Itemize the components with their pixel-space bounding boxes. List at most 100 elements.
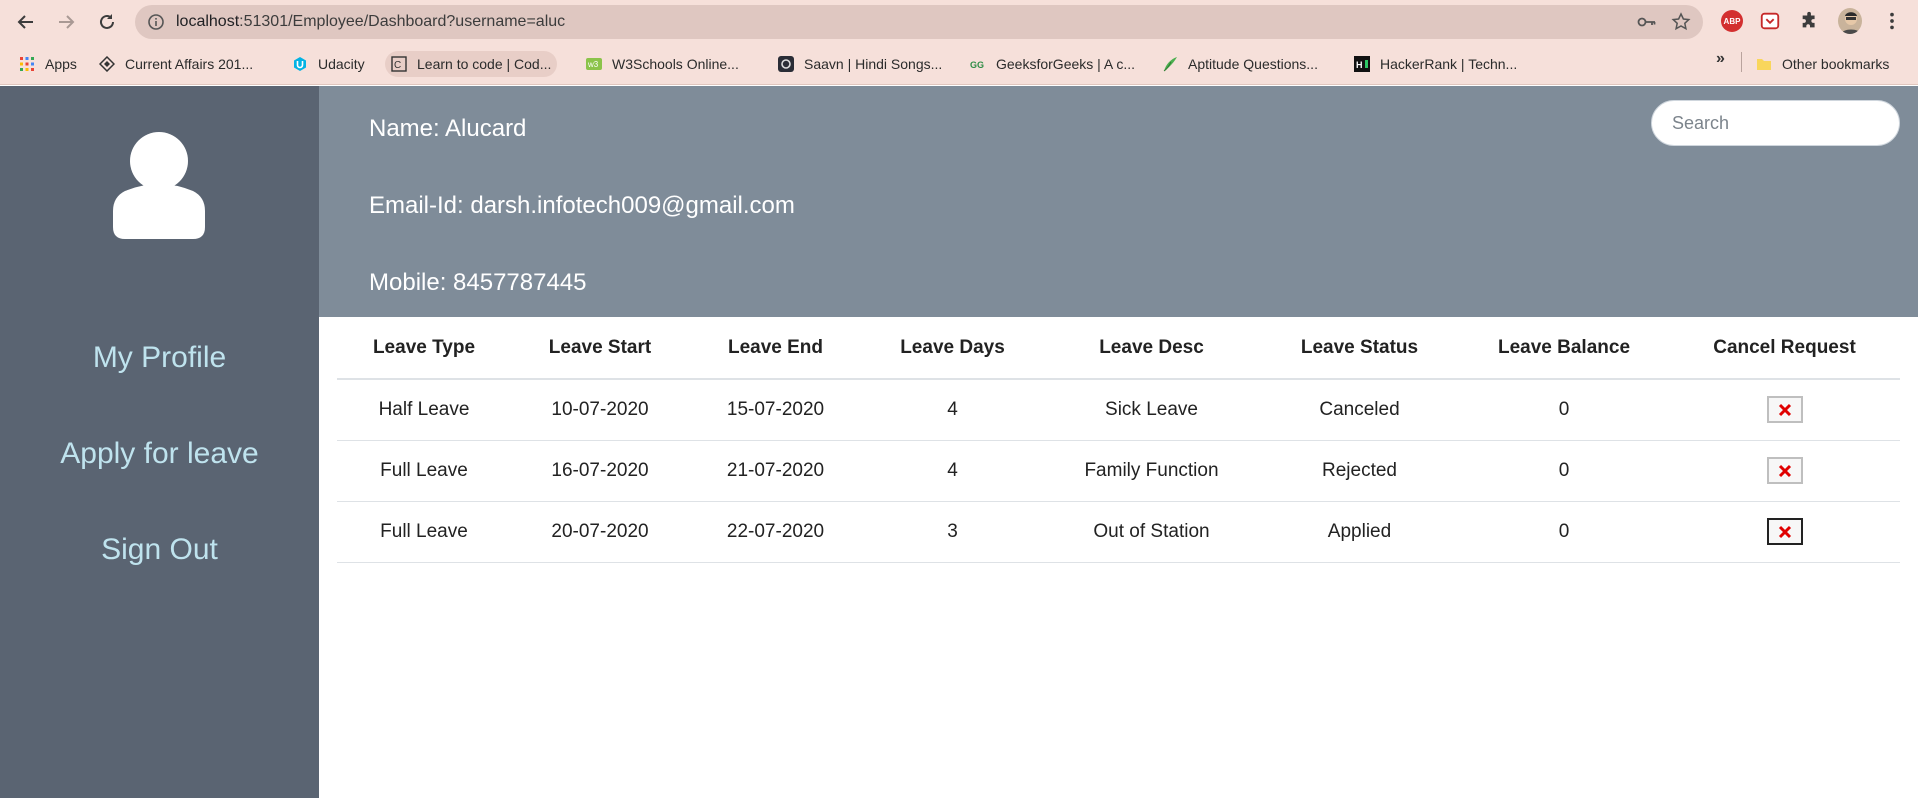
bookmark-codecademy[interactable]: C Learn to code | Cod... [385,51,558,77]
leave-desc-cell: Out of Station [1043,501,1260,563]
leave-days-cell: 4 [862,379,1043,441]
leave-days-cell: 4 [862,440,1043,502]
geeksforgeeks-icon: GG [970,60,984,70]
sidebar-item-sign-out[interactable]: Sign Out [0,533,319,567]
bookmark-label: Udacity [318,56,365,72]
column-header: Leave Days [862,317,1043,380]
close-icon [1778,525,1791,538]
bookmark-w3schools[interactable]: w3 W3Schools Online... [580,51,745,77]
leave-status-cell: Rejected [1260,440,1459,502]
pocket-extension-button[interactable] [1758,9,1782,33]
pocket-icon [1760,12,1780,30]
table-row: Full Leave 16-07-2020 21-07-2020 4 Famil… [337,440,1900,502]
leave-type-cell: Half Leave [337,379,511,441]
bookmarks-bar: Apps Current Affairs 201... Udacity C Le… [0,43,1918,85]
svg-text:C: C [394,60,401,71]
key-icon[interactable] [1637,13,1657,31]
back-arrow-icon [17,15,33,29]
bookmark-label: Apps [45,56,77,72]
leave-table: Leave Type Leave Start Leave End Leave D… [337,317,1900,563]
sidebar-item-my-profile[interactable]: My Profile [0,341,319,375]
leave-days-cell: 3 [862,501,1043,563]
search-input[interactable] [1651,100,1900,146]
forward-button[interactable] [52,8,80,36]
leave-start-cell: 16-07-2020 [511,440,689,502]
leave-balance-cell: 0 [1459,440,1669,502]
url-text[interactable]: localhost:51301/Employee/Dashboard?usern… [176,13,565,31]
adblock-icon: ABP [1721,10,1743,32]
profile-avatar-icon [1838,8,1862,34]
bookmark-geeksforgeeks[interactable]: GG GeeksforGeeks | A c... [964,51,1141,77]
employee-email: Email-Id: darsh.infotech009@gmail.com [369,192,795,219]
forward-arrow-icon [59,15,75,29]
leave-end-cell: 22-07-2020 [689,501,862,563]
cancel-request-button[interactable] [1766,457,1803,484]
bookmark-aptitude-questions[interactable]: Aptitude Questions... [1156,51,1324,77]
leave-start-cell: 20-07-2020 [511,501,689,563]
svg-text:GG: GG [970,60,984,70]
reload-button[interactable] [93,8,121,36]
profile-button[interactable] [1838,8,1862,34]
cancel-request-button[interactable] [1766,396,1803,424]
apps-grid-icon [20,57,34,71]
cancel-request-cell [1669,501,1900,563]
leave-desc-cell: Sick Leave [1043,379,1260,441]
employee-name: Name: Alucard [369,115,527,142]
sidebar-item-apply-for-leave[interactable]: Apply for leave [0,437,319,471]
bookmark-saavn[interactable]: Saavn | Hindi Songs... [772,51,948,77]
bookmark-star-icon[interactable] [1671,12,1691,32]
bookmark-label: Aptitude Questions... [1188,56,1318,72]
folder-icon [1757,59,1771,70]
column-header: Leave Status [1260,317,1459,380]
bookmark-other-bookmarks[interactable]: Other bookmarks [1750,51,1895,77]
address-bar[interactable]: localhost:51301/Employee/Dashboard?usern… [135,5,1703,39]
more-bookmarks-chevron[interactable]: » [1716,50,1725,68]
bookmark-current-affairs[interactable]: Current Affairs 201... [93,51,259,77]
puzzle-piece-icon [1802,11,1815,28]
browser-menu-button[interactable] [1880,9,1904,33]
column-header: Leave End [689,317,862,380]
leave-type-cell: Full Leave [337,501,511,563]
extensions-button[interactable] [1798,9,1822,33]
kebab-menu-icon [1890,12,1894,30]
bookmark-label: Learn to code | Cod... [417,56,552,72]
column-header: Cancel Request [1669,317,1900,380]
bookmark-udacity[interactable]: Udacity [286,51,371,77]
leave-desc-cell: Family Function [1043,440,1260,502]
info-icon[interactable] [147,13,165,31]
svg-text:w3: w3 [587,60,599,69]
table-row: Half Leave 10-07-2020 15-07-2020 4 Sick … [337,379,1900,441]
browser-toolbar: localhost:51301/Employee/Dashboard?usern… [0,0,1918,43]
table-header-row: Leave Type Leave Start Leave End Leave D… [337,317,1900,380]
leave-end-cell: 21-07-2020 [689,440,862,502]
bookmark-label: Current Affairs 201... [125,56,254,72]
bookmark-hackerrank[interactable]: H HackerRank | Techn... [1348,51,1523,77]
leave-balance-cell: 0 [1459,501,1669,563]
saavn-icon [778,56,794,72]
bookmark-label: GeeksforGeeks | A c... [996,56,1136,72]
w3schools-icon: w3 [586,58,602,70]
adblock-extension-button[interactable]: ABP [1720,9,1744,33]
employee-mobile: Mobile: 8457787445 [369,269,587,296]
leave-balance-cell: 0 [1459,379,1669,441]
column-header: Leave Type [337,317,511,380]
url-path: :51301/Employee/Dashboard?username=aluc [239,13,566,30]
column-header: Leave Desc [1043,317,1260,380]
bookmark-label: HackerRank | Techn... [1380,56,1518,72]
sidebar: My Profile Apply for leave Sign Out [0,86,319,798]
cancel-request-cell [1669,379,1900,441]
url-host: localhost [176,13,240,30]
svg-text:H: H [1356,60,1363,70]
close-icon [1778,464,1791,477]
bookmark-label: Saavn | Hindi Songs... [804,56,943,72]
leave-table-container: Leave Type Leave Start Leave End Leave D… [337,317,1900,563]
back-button[interactable] [12,8,40,36]
bookmark-label: W3Schools Online... [612,56,739,72]
leave-status-cell: Applied [1260,501,1459,563]
cancel-request-cell [1669,440,1900,502]
bookmark-apps[interactable]: Apps [13,51,83,77]
leave-status-cell: Canceled [1260,379,1459,441]
codecademy-icon: C [391,56,407,72]
indiabix-icon [1163,57,1177,72]
cancel-request-button[interactable] [1766,518,1803,545]
